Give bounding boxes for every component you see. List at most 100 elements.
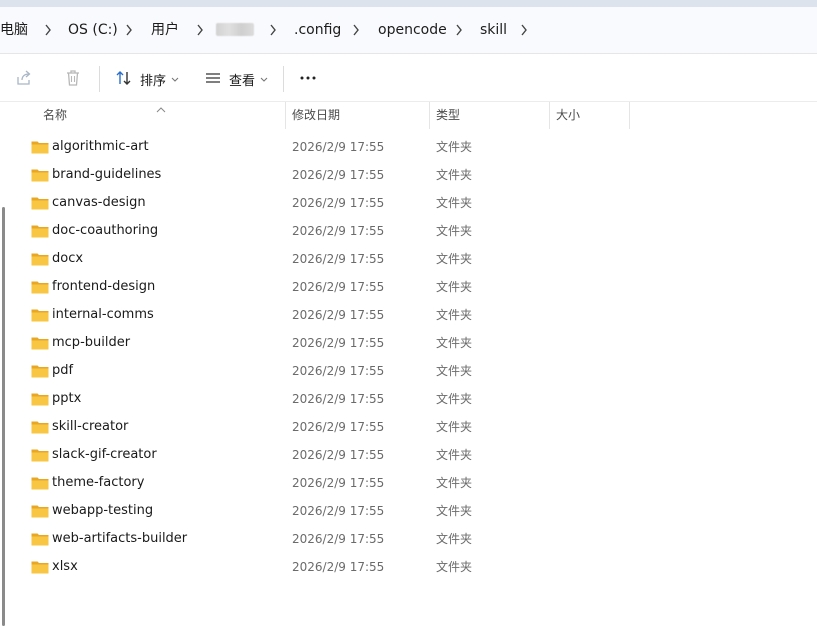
breadcrumb-this-pc[interactable]: 电脑 [0,21,28,39]
breadcrumb-skill[interactable]: skill [480,21,507,39]
file-modified: 2026/2/9 17:55 [292,224,385,238]
file-type: 文件夹 [436,504,473,518]
column-divider[interactable] [549,102,550,129]
breadcrumb-users[interactable]: 用户 [151,21,179,39]
folder-icon [31,364,49,378]
folder-icon [31,196,49,210]
file-modified: 2026/2/9 17:55 [292,168,385,182]
list-item[interactable]: slack-gif-creator 2026/2/9 17:55 文件夹 [0,441,817,469]
file-name: theme-factory [52,475,145,490]
share-icon [14,68,34,91]
file-name: brand-guidelines [52,167,162,182]
folder-icon [31,420,49,434]
delete-button[interactable] [63,65,83,93]
folder-icon [31,280,49,294]
file-type: 文件夹 [436,532,473,546]
chevron-right-icon[interactable] [351,22,361,38]
more-icon [298,68,318,91]
file-name: algorithmic-art [52,139,149,154]
file-type: 文件夹 [436,560,473,574]
column-divider[interactable] [429,102,430,129]
file-type: 文件夹 [436,476,473,490]
folder-icon [31,336,49,350]
file-type: 文件夹 [436,364,473,378]
view-label: 查看 [229,73,256,89]
view-button[interactable]: 查看 [203,65,268,93]
delete-icon [63,68,83,91]
list-item[interactable]: skill-creator 2026/2/9 17:55 文件夹 [0,413,817,441]
chevron-down-icon [171,72,179,86]
list-item[interactable]: theme-factory 2026/2/9 17:55 文件夹 [0,469,817,497]
file-modified: 2026/2/9 17:55 [292,364,385,378]
list-item[interactable]: xlsx 2026/2/9 17:55 文件夹 [0,553,817,581]
folder-icon [31,504,49,518]
list-item[interactable]: pdf 2026/2/9 17:55 文件夹 [0,357,817,385]
file-type: 文件夹 [436,140,473,154]
view-icon [203,68,223,91]
file-type: 文件夹 [436,448,473,462]
file-type: 文件夹 [436,252,473,266]
list-item[interactable]: docx 2026/2/9 17:55 文件夹 [0,245,817,273]
chevron-right-icon[interactable] [454,22,464,38]
file-type: 文件夹 [436,308,473,322]
file-name: webapp-testing [52,503,154,518]
file-name: mcp-builder [52,335,131,350]
file-modified: 2026/2/9 17:55 [292,448,385,462]
chevron-right-icon[interactable] [43,22,53,38]
breadcrumb-config[interactable]: .config [294,21,341,39]
file-modified: 2026/2/9 17:55 [292,336,385,350]
column-divider[interactable] [629,102,630,129]
file-type: 文件夹 [436,168,473,182]
list-item[interactable]: pptx 2026/2/9 17:55 文件夹 [0,385,817,413]
column-type[interactable]: 类型 [436,102,460,129]
list-item[interactable]: frontend-design 2026/2/9 17:55 文件夹 [0,273,817,301]
file-name: frontend-design [52,279,156,294]
more-options-button[interactable] [298,65,318,93]
file-modified: 2026/2/9 17:55 [292,392,385,406]
list-item[interactable]: doc-coauthoring 2026/2/9 17:55 文件夹 [0,217,817,245]
sort-label: 排序 [140,73,167,89]
breadcrumb-username-redacted[interactable] [216,23,254,36]
column-name[interactable]: 名称 [43,102,67,129]
breadcrumb-os-c[interactable]: OS (C:) [68,21,118,39]
file-name: doc-coauthoring [52,223,159,238]
file-modified: 2026/2/9 17:55 [292,196,385,210]
file-name: pdf [52,363,74,378]
folder-icon [31,532,49,546]
chevron-right-icon[interactable] [124,22,134,38]
file-type: 文件夹 [436,392,473,406]
list-item[interactable]: brand-guidelines 2026/2/9 17:55 文件夹 [0,161,817,189]
column-divider[interactable] [285,102,286,129]
sort-icon [114,68,134,91]
chevron-right-icon[interactable] [195,22,205,38]
sort-button[interactable]: 排序 [114,65,179,93]
breadcrumb-opencode[interactable]: opencode [378,21,447,39]
folder-icon [31,392,49,406]
folder-icon [31,476,49,490]
list-item[interactable]: webapp-testing 2026/2/9 17:55 文件夹 [0,497,817,525]
file-modified: 2026/2/9 17:55 [292,532,385,546]
file-name: xlsx [52,559,78,574]
column-size[interactable]: 大小 [556,102,580,129]
breadcrumb: 电脑 OS (C:) 用户 .config opencode skill [0,7,817,54]
file-modified: 2026/2/9 17:55 [292,280,385,294]
list-item[interactable]: web-artifacts-builder 2026/2/9 17:55 文件夹 [0,525,817,553]
list-item[interactable]: mcp-builder 2026/2/9 17:55 文件夹 [0,329,817,357]
file-name: slack-gif-creator [52,447,157,462]
column-modified[interactable]: 修改日期 [292,102,340,129]
share-button[interactable] [14,65,34,93]
file-name: skill-creator [52,419,129,434]
list-item[interactable]: canvas-design 2026/2/9 17:55 文件夹 [0,189,817,217]
list-item[interactable]: algorithmic-art 2026/2/9 17:55 文件夹 [0,133,817,161]
file-name: internal-comms [52,307,154,322]
list-item[interactable]: internal-comms 2026/2/9 17:55 文件夹 [0,301,817,329]
chevron-down-icon [260,72,268,86]
file-name: docx [52,251,84,266]
toolbar-divider [283,66,284,92]
command-bar: 排序 查看 [0,55,817,102]
file-name: canvas-design [52,195,146,210]
chevron-right-icon[interactable] [519,22,529,38]
chevron-right-icon[interactable] [268,22,278,38]
file-type: 文件夹 [436,196,473,210]
folder-icon [31,560,49,574]
